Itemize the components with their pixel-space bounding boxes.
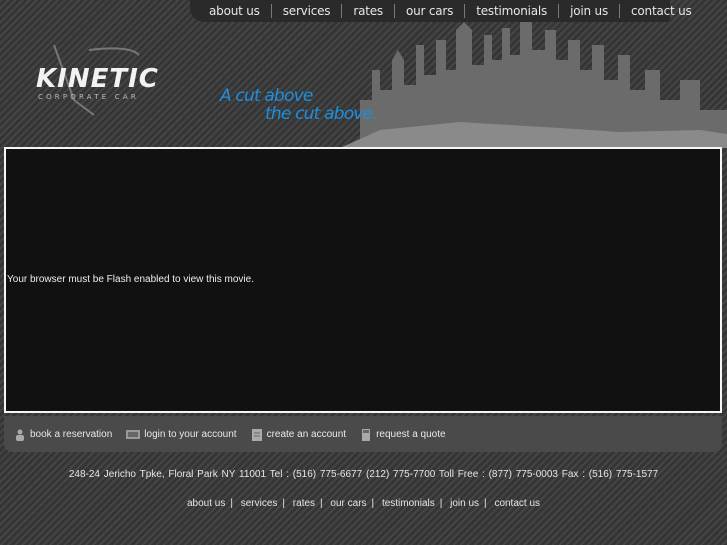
login-account-button[interactable]: login to your account <box>126 428 237 440</box>
top-nav: about us services rates our cars testimo… <box>190 0 692 22</box>
nav-testimonials[interactable]: testimonials <box>464 4 558 18</box>
footer-link-rates[interactable]: rates <box>293 498 315 509</box>
footer-separator: | <box>282 498 286 509</box>
book-reservation-button[interactable]: book a reservation <box>14 428 113 441</box>
person-icon <box>14 428 26 441</box>
tagline-line-1: A cut above <box>220 86 313 106</box>
monitor-icon <box>126 428 141 440</box>
calculator-icon <box>360 428 372 441</box>
tagline-line-2: the cut above. <box>265 104 378 124</box>
login-account-label: login to your account <box>144 428 237 440</box>
flash-required-message: Your browser must be Flash enabled to vi… <box>7 274 254 285</box>
footer-separator: | <box>371 498 375 509</box>
footer-separator: | <box>484 498 487 509</box>
footer-link-contact-us[interactable]: contact us <box>494 498 540 509</box>
footer-link-our-cars[interactable]: our cars <box>330 498 366 509</box>
flash-movie-area: Your browser must be Flash enabled to vi… <box>4 147 722 413</box>
nav-contact-us[interactable]: contact us <box>619 4 703 18</box>
book-reservation-label: book a reservation <box>30 428 113 440</box>
footer-link-testimonials[interactable]: testimonials <box>382 498 435 509</box>
footer-separator: | <box>439 498 443 509</box>
header: about us services rates our cars testimo… <box>0 0 727 148</box>
document-icon <box>251 428 263 441</box>
nav-rates[interactable]: rates <box>341 4 394 18</box>
footer-separator: | <box>230 498 233 509</box>
logo[interactable]: KINETIC CORPORATE CAR <box>34 40 164 120</box>
logo-subtitle: CORPORATE CAR <box>38 93 139 101</box>
create-account-label: create an account <box>266 428 347 440</box>
create-account-button[interactable]: create an account <box>251 428 347 441</box>
nav-about-us[interactable]: about us <box>198 4 271 18</box>
logo-title: KINETIC <box>36 64 159 94</box>
footer-link-services[interactable]: services <box>241 498 278 509</box>
footer-link-join-us[interactable]: join us <box>450 498 479 509</box>
footer-link-about-us[interactable]: about us <box>187 498 225 509</box>
action-bar: book a reservation login to your account… <box>4 416 722 452</box>
nav-services[interactable]: services <box>270 4 342 18</box>
footer-address: 248-24 Jericho Tpke, Floral Park NY 1100… <box>68 469 659 480</box>
nav-join-us[interactable]: join us <box>558 4 619 18</box>
request-quote-button[interactable]: request a quote <box>360 428 446 441</box>
request-quote-label: request a quote <box>376 428 446 440</box>
nav-our-cars[interactable]: our cars <box>393 4 464 18</box>
footer-nav: about us | services | rates | our cars | tes… <box>0 498 727 509</box>
footer-separator: | <box>320 498 323 509</box>
